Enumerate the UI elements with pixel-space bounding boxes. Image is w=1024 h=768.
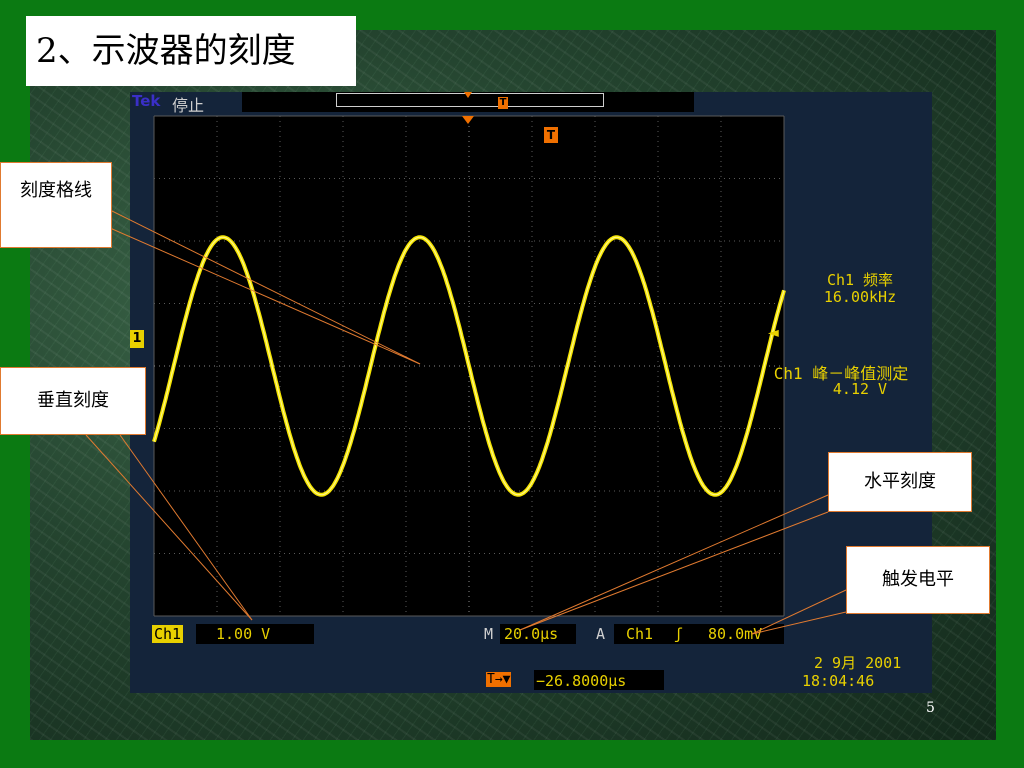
- slide-number: 5: [926, 700, 935, 716]
- callout-horizontal-scale: 水平刻度: [828, 452, 972, 512]
- trigger-level-marker: ◄: [768, 325, 779, 341]
- trigger-icon: T: [544, 127, 558, 143]
- record-trigger-icon: T: [498, 97, 508, 109]
- channel-ground-marker: 1: [130, 330, 144, 348]
- callout-trigger-level: 触发电平: [846, 546, 990, 614]
- callout-graticule: 刻度格线: [0, 162, 112, 248]
- record-trigger-arrow: [464, 92, 472, 98]
- trigger-position-arrow: [462, 116, 474, 124]
- callout-vertical-scale: 垂直刻度: [0, 367, 146, 435]
- overlay-svg: [85, 92, 847, 635]
